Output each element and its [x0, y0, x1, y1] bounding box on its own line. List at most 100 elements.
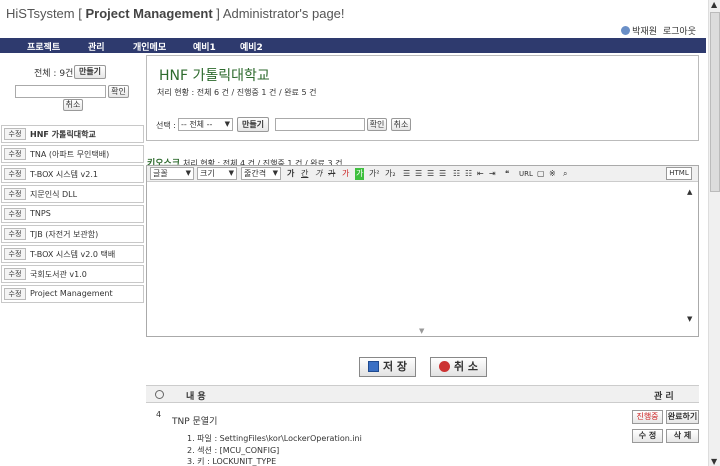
project-list: 수정 HNF 가톨릭대학교 수정 TNA (아파트 무인택배) 수정 T-BOX 시스… [1, 125, 144, 305]
panel-make-button[interactable]: 만들기 [237, 117, 269, 132]
row-detail: 3. 키 : LOCKUNIT_TYPE [187, 457, 277, 466]
cancel-button[interactable]: 취 소 [430, 357, 487, 377]
html-mode-button[interactable]: HTML [666, 167, 692, 180]
user-name: 박재원 [632, 27, 657, 37]
filter-select[interactable]: -- 전체 -- ▼ [178, 118, 233, 131]
table-icon[interactable]: ▢ [537, 168, 545, 180]
link-button[interactable]: URL [519, 168, 533, 180]
nav-item-memo[interactable]: 개인메모 [133, 40, 166, 53]
font-select[interactable]: 글꼴 ▼ [150, 167, 194, 180]
sidebar-cancel-button[interactable]: 취소 [63, 99, 83, 111]
user-box: 박재원 로그아웃 [621, 24, 696, 37]
project-name[interactable]: TNPS [30, 209, 51, 218]
project-item[interactable]: 수정 HNF 가톨릭대학교 [1, 125, 144, 143]
project-edit-button[interactable]: 수정 [4, 128, 26, 140]
project-edit-button[interactable]: 수정 [4, 248, 26, 260]
page-scrollbar[interactable]: ▲ ▼ [708, 0, 720, 466]
project-name[interactable]: 국회도서관 v1.0 [30, 269, 87, 280]
line-height-select[interactable]: 줄간격 ▼ [241, 167, 281, 180]
align-right-icon[interactable]: ☰ [427, 168, 434, 180]
column-manage: 관 리 [654, 392, 674, 402]
scroll-down-icon[interactable]: ▼ [711, 457, 717, 466]
editor-scrollbar[interactable]: ▲ ▼ [686, 188, 696, 323]
project-name[interactable]: 지문인식 DLL [30, 189, 77, 200]
project-edit-button[interactable]: 수정 [4, 168, 26, 180]
save-button[interactable]: 저 장 [359, 357, 416, 377]
font-color-button[interactable]: 가 [342, 168, 349, 180]
column-content: 내 용 [186, 392, 206, 402]
sidebar-make-button[interactable]: 만들기 [74, 65, 106, 79]
resize-handle-icon[interactable]: ▼ [419, 327, 424, 335]
sidebar-confirm-button[interactable]: 확인 [108, 85, 129, 98]
search-icon[interactable]: ⌕ [563, 168, 567, 180]
nav-item-spare1[interactable]: 예비1 [193, 40, 216, 53]
header: HiSTsystem [ Project Management ] Admini… [0, 0, 708, 38]
outdent-icon[interactable]: ⇤ [477, 168, 484, 180]
row-detail: 1. 파일 : SettingFiles\kor\LockerOperation… [187, 434, 362, 443]
project-status: 처리 현황 : 전체 6 건 / 진행중 1 건 / 완료 5 건 [157, 88, 317, 97]
project-item[interactable]: 수정 TNA (아파트 무인택배) [1, 145, 144, 163]
project-edit-button[interactable]: 수정 [4, 208, 26, 220]
panel-search-input[interactable] [275, 118, 365, 131]
align-left-icon[interactable]: ☰ [403, 168, 410, 180]
subscript-button[interactable]: 가₂ [385, 168, 396, 180]
project-item[interactable]: 수정 지문인식 DLL [1, 185, 144, 203]
row-title: TNP 문열기 [172, 417, 218, 427]
select-all-toggle[interactable] [155, 390, 164, 399]
project-edit-button[interactable]: 수정 [4, 188, 26, 200]
scroll-up-icon[interactable]: ▲ [687, 188, 692, 196]
indent-icon[interactable]: ⇥ [489, 168, 496, 180]
project-item[interactable]: 수정 TNPS [1, 205, 144, 223]
project-item[interactable]: 수정 Project Management [1, 285, 144, 303]
chevron-down-icon: ▼ [228, 169, 234, 177]
complete-button[interactable]: 완료하기 [666, 410, 699, 424]
project-item[interactable]: 수정 국회도서관 v1.0 [1, 265, 144, 283]
row-number: 4 [156, 410, 162, 419]
nav-item-project[interactable]: 프로젝트 [27, 40, 60, 53]
delete-button[interactable]: 삭 제 [666, 429, 699, 443]
logout-link[interactable]: 로그아웃 [663, 27, 696, 37]
row-detail: 2. 섹션 : [MCU_CONFIG] [187, 446, 280, 455]
unordered-list-icon[interactable]: ☷ [465, 168, 472, 180]
align-justify-icon[interactable]: ☰ [439, 168, 446, 180]
section-name: Project Management [85, 6, 213, 21]
cancel-icon [438, 361, 450, 372]
panel-cancel-button[interactable]: 취소 [391, 118, 411, 131]
sidebar-project-input[interactable] [15, 85, 106, 98]
disk-icon [367, 361, 379, 372]
project-name[interactable]: Project Management [30, 289, 113, 298]
size-select[interactable]: 크기 ▼ [197, 167, 237, 180]
project-name[interactable]: T-BOX 시스템 v2.0 택배 [30, 249, 115, 260]
panel-confirm-button[interactable]: 확인 [367, 118, 387, 131]
ordered-list-icon[interactable]: ☷ [453, 168, 460, 180]
project-name[interactable]: TJB (자전거 보관함) [30, 229, 98, 240]
project-name[interactable]: T-BOX 시스템 v2.1 [30, 169, 98, 180]
project-item[interactable]: 수정 T-BOX 시스템 v2.1 [1, 165, 144, 183]
project-edit-button[interactable]: 수정 [4, 268, 26, 280]
superscript-button[interactable]: 가² [369, 168, 380, 180]
strike-button[interactable]: 가 [328, 168, 335, 180]
project-edit-button[interactable]: 수정 [4, 228, 26, 240]
scroll-up-icon[interactable]: ▲ [711, 0, 717, 9]
status-badge[interactable]: 진행중 [632, 410, 663, 424]
highlight-button[interactable]: 가 [355, 168, 365, 180]
nav-item-manage[interactable]: 관리 [88, 40, 105, 53]
bold-button[interactable]: 가 [287, 168, 294, 180]
align-center-icon[interactable]: ☰ [415, 168, 422, 180]
project-edit-button[interactable]: 수정 [4, 288, 26, 300]
quote-icon[interactable]: ❝ [505, 168, 509, 180]
italic-button[interactable]: 가 [315, 168, 322, 180]
project-edit-button[interactable]: 수정 [4, 148, 26, 160]
scroll-down-icon[interactable]: ▼ [687, 315, 692, 323]
user-icon [621, 26, 631, 35]
underline-button[interactable]: 간 [301, 168, 308, 180]
project-item[interactable]: 수정 T-BOX 시스템 v2.0 택배 [1, 245, 144, 263]
project-item[interactable]: 수정 TJB (자전거 보관함) [1, 225, 144, 243]
special-char-icon[interactable]: ※ [549, 168, 556, 180]
project-name[interactable]: TNA (아파트 무인택배) [30, 149, 109, 160]
scrollbar-thumb[interactable] [710, 12, 720, 192]
edit-button[interactable]: 수 정 [632, 429, 663, 443]
nav-item-spare2[interactable]: 예비2 [240, 40, 263, 53]
project-name[interactable]: HNF 가톨릭대학교 [30, 129, 96, 140]
project-panel: HNF 가톨릭대학교 처리 현황 : 전체 6 건 / 진행중 1 건 / 완료… [146, 55, 699, 141]
